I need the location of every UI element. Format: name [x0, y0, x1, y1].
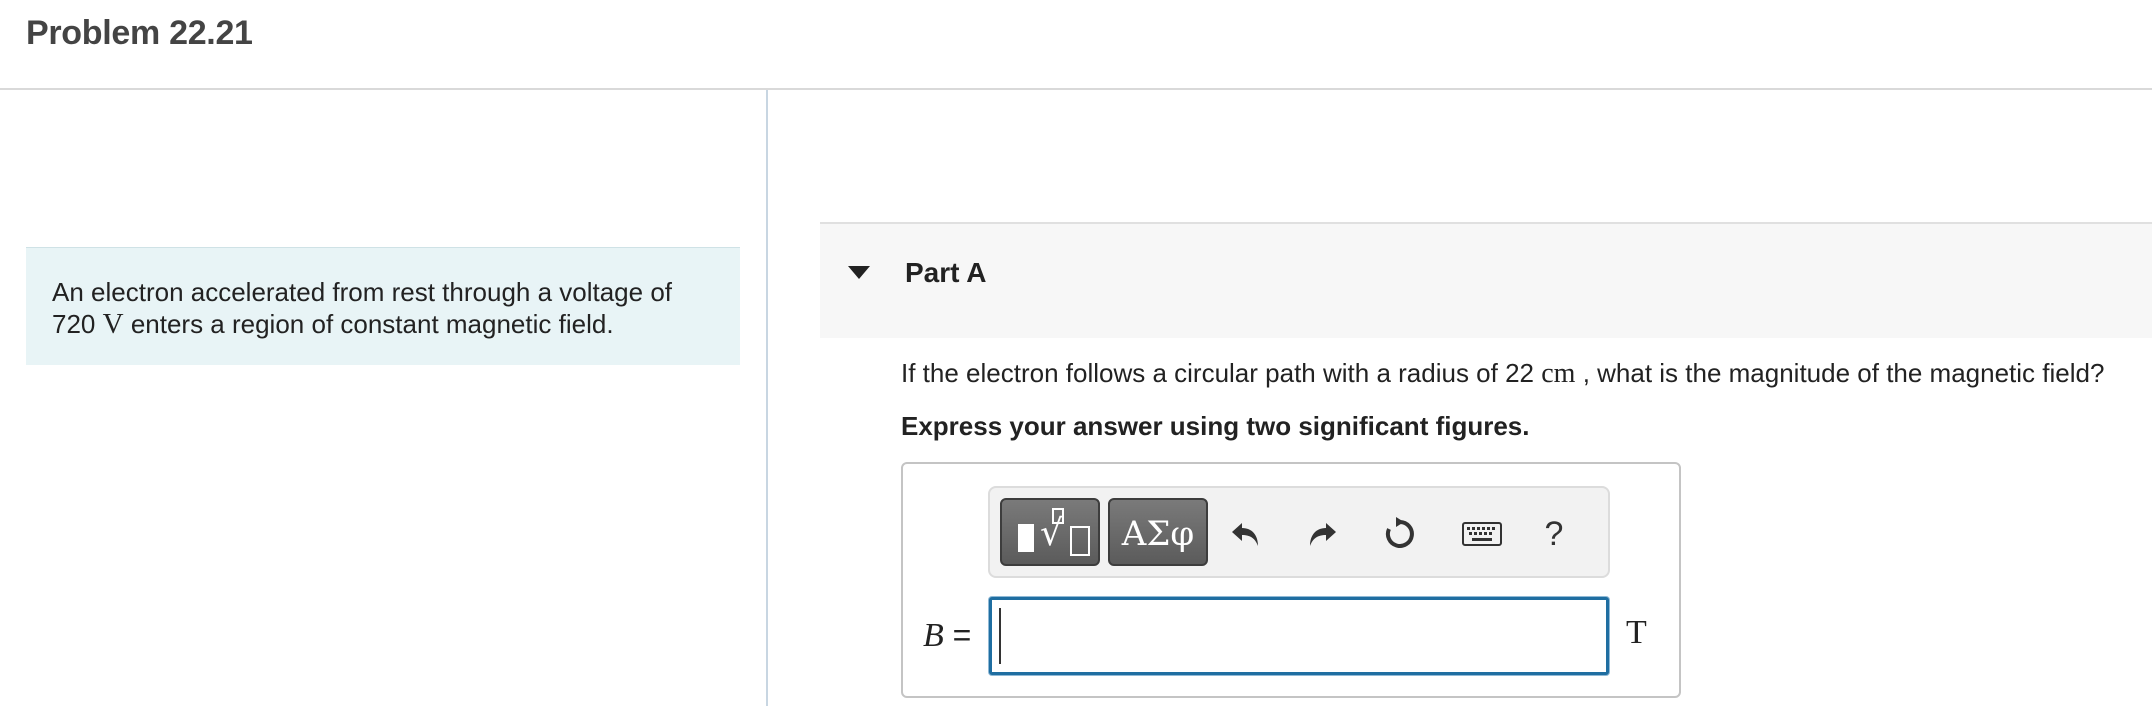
answer-variable-label: B = [923, 617, 971, 655]
question-suffix: , what is the magnitude of the magnetic … [1582, 358, 2105, 388]
question-prefix: If the electron follows a circular path … [901, 358, 1534, 388]
instruction-text: Express your answer using two significan… [901, 411, 1530, 441]
help-button[interactable]: ? [1530, 510, 1578, 558]
redo-icon[interactable] [1298, 510, 1346, 558]
intro-line1: An electron accelerated from rest throug… [52, 277, 673, 307]
templates-radical-icon [1018, 524, 1034, 552]
variable-symbol: B [923, 617, 944, 654]
equals-sign: = [952, 617, 972, 653]
caret-down-icon[interactable] [848, 266, 870, 279]
radical-icon: √ [1040, 513, 1063, 554]
part-a-header[interactable]: Part A [820, 222, 2152, 338]
intro-line2: enters a region of constant magnetic fie… [130, 309, 614, 339]
radius-unit: cm [1541, 358, 1576, 389]
text-cursor [999, 608, 1001, 664]
reset-icon[interactable] [1376, 510, 1424, 558]
undo-icon[interactable] [1222, 510, 1270, 558]
voltage-value: 720 [52, 309, 96, 339]
greek-label: ΑΣφ [1121, 514, 1195, 554]
part-title: Part A [905, 257, 987, 288]
page: Problem 22.21 An electron accelerated fr… [0, 0, 2152, 706]
page-title: Problem 22.21 [26, 14, 253, 52]
column-divider [766, 90, 768, 706]
greek-symbols-button[interactable]: ΑΣφ [1108, 498, 1208, 566]
voltage-unit: V [102, 308, 124, 340]
answer-input[interactable] [989, 597, 1609, 675]
question-text: If the electron follows a circular path … [901, 358, 2104, 390]
keyboard-icon[interactable] [1452, 510, 1512, 558]
radicand-box-icon [1070, 526, 1090, 556]
math-toolbar: √ ΑΣφ ? [988, 486, 1610, 578]
answer-box: √ ΑΣφ ? B = T [901, 462, 1681, 698]
header: Problem 22.21 [0, 0, 2152, 90]
answer-unit: T [1626, 614, 1647, 651]
problem-intro: An electron accelerated from rest throug… [26, 247, 740, 365]
templates-button[interactable]: √ [1000, 498, 1100, 566]
